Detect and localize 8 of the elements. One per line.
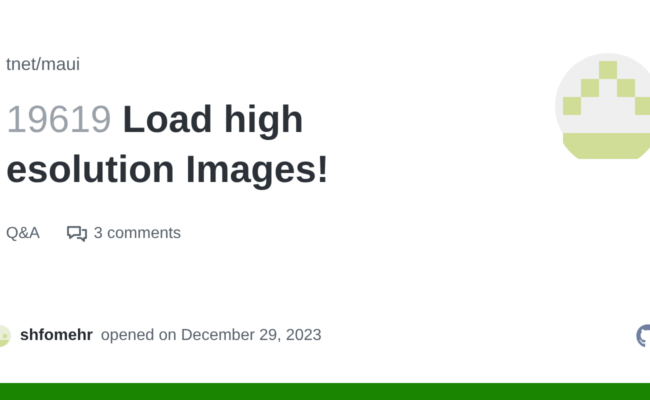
issue-title: 19619 Load high esolution Images! bbox=[6, 98, 330, 193]
category-label: Q&A bbox=[6, 225, 40, 243]
comment-count: 3 comments bbox=[94, 225, 181, 243]
user-avatar bbox=[0, 325, 12, 347]
opened-date: opened on December 29, 2023 bbox=[100, 327, 322, 345]
author-name[interactable]: shfomehr bbox=[20, 327, 93, 345]
comment-icon bbox=[66, 225, 88, 243]
repo-name: tnet/maui bbox=[6, 54, 82, 75]
